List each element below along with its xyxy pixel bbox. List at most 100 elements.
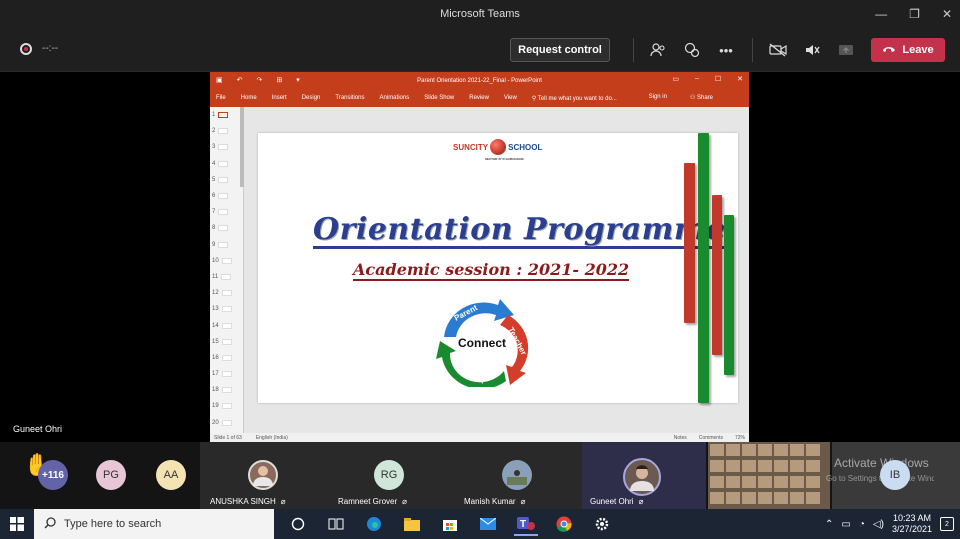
slide-thumbnail[interactable]: 19	[210, 398, 243, 414]
together-mode-grid	[708, 442, 830, 509]
slide-thumbnail-preview	[221, 354, 232, 361]
ppt-ribbon-tabs: File Home Insert Design Transitions Anim…	[210, 89, 749, 107]
slide-thumbnail-preview	[218, 128, 229, 135]
battery-icon[interactable]: ▭	[841, 519, 850, 530]
participant-tile[interactable]: Manish Kumar ⌀	[452, 442, 582, 509]
task-view-icon[interactable]	[324, 512, 348, 536]
slide-thumbnail-number: 18	[212, 387, 219, 394]
slide-thumbnail[interactable]: 15	[210, 334, 243, 350]
tray-chevron-icon[interactable]: ⌃	[825, 519, 833, 530]
store-icon[interactable]	[438, 512, 462, 536]
avatar-pg[interactable]: PG	[96, 460, 126, 490]
avatar-aa[interactable]: AA	[156, 460, 186, 490]
file-explorer-icon[interactable]	[400, 512, 424, 536]
slide-thumbnail-number: 13	[212, 306, 219, 313]
decorative-bar-red	[712, 195, 722, 355]
presenter-name: Guneet Ohri	[13, 424, 63, 434]
teams-icon[interactable]: T	[514, 512, 538, 536]
network-icon[interactable]: ◔	[859, 519, 865, 530]
slide-thumbnail-number: 1	[212, 112, 216, 119]
ppt-maximize-icon: ☐	[714, 76, 722, 83]
slide-thumbnail-preview	[218, 193, 229, 200]
taskbar-search-box[interactable]: Type here to search	[34, 509, 274, 539]
slide-thumbnail-preview	[218, 176, 229, 183]
slide-thumbnail-number: 7	[212, 209, 216, 216]
participant-tile[interactable]: ANUSHKA SINGH ⌀	[200, 442, 326, 509]
slide-thumbnail[interactable]: 9	[210, 237, 243, 253]
volume-icon[interactable]: ◁)	[873, 519, 884, 530]
search-icon	[44, 516, 56, 532]
minimize-icon[interactable]: —	[875, 7, 887, 21]
maximize-icon[interactable]: ❐	[909, 7, 920, 21]
cycle-center-label: Connect	[458, 336, 506, 350]
slide-thumbnail[interactable]: 5	[210, 172, 243, 188]
toolbar-divider	[752, 38, 753, 62]
customize-icon: ▾	[296, 77, 300, 84]
leave-button[interactable]: Leave	[871, 38, 945, 62]
overflow-participants-badge[interactable]: +116	[38, 460, 68, 490]
slide-thumbnail[interactable]: 3	[210, 139, 243, 155]
powerpoint-window[interactable]: ▣ ↶ ↷ ⊞ ▾ Parent Orientation 2021-22_Fin…	[210, 72, 749, 442]
slide-thumbnail-number: 14	[212, 322, 219, 329]
together-mode-tile[interactable]	[708, 442, 830, 509]
taskbar-clock[interactable]: 10:23 AM 3/27/2021	[892, 513, 932, 535]
slide-thumbnail[interactable]: 11	[210, 269, 243, 285]
slide-thumbnail-pane: 1 2 3 4 5 6 7 8 9 10 11 12 13 14 15 16 17 18 19 20	[210, 107, 244, 433]
slide-thumbnail-preview	[221, 273, 232, 280]
participant-tile[interactable]: RG Ramneet Grover ⌀	[326, 442, 452, 509]
slide-thumbnail-number: 6	[212, 193, 216, 200]
slide-thumbnail[interactable]: 20	[210, 415, 243, 431]
slide-thumbnail-preview	[218, 160, 229, 167]
window-titlebar: Microsoft Teams — ❐ ✕	[0, 0, 960, 28]
slide-thumbnail-number: 5	[212, 176, 216, 183]
edge-icon[interactable]	[362, 512, 386, 536]
slide-thumbnail[interactable]: 12	[210, 285, 243, 301]
participant-tile-speaking[interactable]: Guneet Ohri ⌀	[582, 442, 706, 509]
camera-off-icon[interactable]	[768, 40, 788, 60]
settings-gear-icon[interactable]	[590, 512, 614, 536]
participants-icon[interactable]	[648, 40, 668, 60]
slide-thumbnail[interactable]: 10	[210, 253, 243, 269]
mail-icon[interactable]	[476, 512, 500, 536]
slide-thumbnail[interactable]: 8	[210, 220, 243, 236]
slide-thumbnail[interactable]: 1	[210, 107, 243, 123]
cortana-icon[interactable]	[286, 512, 310, 536]
slide-thumbnail[interactable]: 13	[210, 301, 243, 317]
avatar-rg: RG	[374, 460, 404, 490]
ppt-tab-slideshow: Slide Show	[424, 95, 455, 101]
slide-thumbnail-preview	[221, 338, 232, 345]
slide-thumbnail[interactable]: 4	[210, 156, 243, 172]
slide-thumbnail-number: 17	[212, 371, 219, 378]
slide-thumbnail[interactable]: 18	[210, 382, 243, 398]
slide-thumbnail[interactable]: 16	[210, 350, 243, 366]
school-logo: SUNCITY SCHOOL SECTOR 37 D GURUGRAM	[453, 139, 542, 161]
school-emblem	[490, 139, 507, 155]
windows-start-icon[interactable]	[0, 509, 34, 539]
window-title: Microsoft Teams	[440, 8, 520, 20]
slide-thumbnail[interactable]: 2	[210, 123, 243, 139]
slide-thumbnail[interactable]: 6	[210, 188, 243, 204]
chrome-icon[interactable]	[552, 512, 576, 536]
ppt-titlebar: ▣ ↶ ↷ ⊞ ▾ Parent Orientation 2021-22_Fin…	[210, 72, 749, 89]
slide-thumbnail-preview	[218, 241, 229, 248]
mic-muted-icon[interactable]	[802, 40, 822, 60]
participant-name: Guneet Ohri ⌀	[590, 497, 644, 506]
chat-icon[interactable]	[682, 40, 702, 60]
status-comments: Comments	[698, 434, 723, 441]
share-screen-icon[interactable]	[836, 40, 856, 60]
close-icon[interactable]: ✕	[942, 7, 952, 21]
slide-thumbnail[interactable]: 14	[210, 317, 243, 333]
slide-thumbnail[interactable]: 17	[210, 366, 243, 382]
status-notes: Notes	[673, 434, 687, 441]
notification-center-icon[interactable]: 2	[940, 517, 954, 531]
slide-thumbnail-preview	[221, 290, 232, 297]
meeting-toolbar: --:-- Request control ••• Leave	[0, 28, 960, 72]
ppt-tab-animations: Animations	[379, 95, 410, 101]
slide-thumbnail-number: 19	[212, 403, 219, 410]
slide-thumbnail[interactable]: 7	[210, 204, 243, 220]
participant-tile[interactable]: Activate Windows Go to Settings to activ…	[826, 442, 960, 509]
more-options-icon[interactable]: •••	[716, 40, 736, 60]
clock-date: 3/27/2021	[891, 524, 932, 534]
request-control-button[interactable]: Request control	[510, 38, 610, 62]
participant-photo	[623, 458, 661, 496]
